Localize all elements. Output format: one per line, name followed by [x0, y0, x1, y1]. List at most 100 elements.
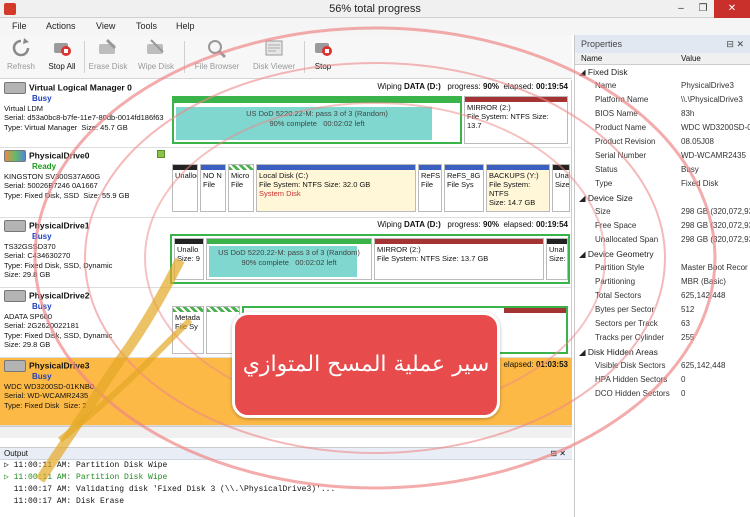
properties-columns: Name Value	[575, 53, 750, 65]
property-section[interactable]: ◢ Disk Hidden Areas	[575, 345, 750, 359]
partition-unallocated[interactable]: Unallo Size: 9	[174, 238, 204, 280]
disk-icon	[4, 150, 26, 162]
property-row[interactable]: Unallocated Span 298 GB (320,072,93	[575, 233, 750, 247]
minimize-button[interactable]: –	[670, 0, 692, 18]
property-value: 08.05J08	[681, 137, 714, 146]
stop-button[interactable]: Stop	[308, 37, 338, 71]
partition-data[interactable]: US DoD 5220.22-M: pass 3 of 3 (Random) 90…	[172, 96, 462, 144]
menu-view[interactable]: View	[96, 21, 115, 31]
property-row[interactable]: Bytes per Sector 512	[575, 303, 750, 317]
property-row[interactable]: Free Space 298 GB (320,072,93	[575, 219, 750, 233]
column-name[interactable]: Name	[581, 54, 602, 63]
column-value[interactable]: Value	[681, 54, 701, 63]
property-row[interactable]: Name PhysicalDrive3	[575, 79, 750, 93]
disk-row[interactable]: Virtual Logical Manager 0 Busy Virtual L…	[0, 80, 572, 148]
pin-icon[interactable]: ⊟ ✕	[726, 39, 744, 50]
property-key: Name	[595, 81, 617, 90]
stop-all-button[interactable]: Stop All	[44, 37, 80, 71]
property-key: Visible Disk Sectors	[595, 361, 666, 370]
property-key: Product Name	[595, 123, 647, 132]
close-button[interactable]: ✕	[714, 0, 750, 18]
partition-microsoft[interactable]: Micro File	[228, 164, 254, 212]
partition-refs[interactable]: ReFS File	[418, 164, 442, 212]
toolbar-separator	[84, 41, 85, 73]
collapse-icon[interactable]: ◢	[579, 249, 588, 259]
collapse-icon[interactable]: ◢	[579, 193, 588, 203]
wipe-progress-text: US DoD 5220.22-M: pass 3 of 3 (Random) 90…	[218, 248, 360, 267]
section-title: Device Size	[587, 193, 633, 203]
erase-disk-icon	[99, 38, 117, 54]
log-line: 11:00:17 AM: Disk Erase	[13, 497, 125, 506]
output-panel: Output ⊟ ✕ ▷ 11:00:11 AM: Partition Disk …	[0, 447, 572, 517]
disk-model: KINGSTON SV300S37A60G	[4, 171, 101, 181]
property-row[interactable]: Partitioning MBR (Basic)	[575, 275, 750, 289]
partition-mirror[interactable]: MIRROR (2:) File System: NTFS Size: 13.7	[464, 96, 568, 144]
property-value: 83h	[681, 109, 695, 118]
property-row[interactable]: Product Name WDC WD3200SD-0	[575, 121, 750, 135]
output-header: Output ⊟ ✕	[0, 448, 572, 460]
property-value: 0	[681, 375, 686, 384]
refresh-icon	[12, 38, 30, 57]
disk-icon	[4, 360, 26, 372]
collapse-icon[interactable]: ◢	[579, 347, 588, 357]
section-title: Disk Hidden Areas	[587, 347, 658, 357]
property-row[interactable]: Visible Disk Sectors 625,142,448	[575, 359, 750, 373]
refresh-button[interactable]: Refresh	[4, 37, 38, 71]
partition-metadata[interactable]: Metada File Sy	[172, 306, 204, 354]
wipe-disk-button[interactable]: Wipe Disk	[136, 37, 176, 71]
disk-serial: Serial: C434630270	[4, 251, 71, 261]
menu-help[interactable]: Help	[176, 21, 195, 31]
partition-unallocated[interactable]: Unal Size:	[546, 238, 568, 280]
disk-info: Virtual Logical Manager 0 Busy Virtual L…	[4, 82, 168, 132]
partition-refs-8g[interactable]: ReFS_8G File Sys	[444, 164, 484, 212]
property-key: Partitioning	[595, 277, 636, 286]
property-row[interactable]: Platform Name \\.\PhysicalDrive3	[575, 93, 750, 107]
property-section[interactable]: ◢ Device Size	[575, 191, 750, 205]
property-value: 298 GB (320,072,93	[681, 235, 750, 244]
horizontal-scrollbar[interactable]	[0, 426, 572, 438]
property-row[interactable]: Status Busy	[575, 163, 750, 177]
disk-model: Virtual LDM	[4, 103, 44, 113]
property-section[interactable]: ◢ Fixed Disk	[575, 65, 750, 79]
property-value: Busy	[681, 165, 699, 174]
property-row[interactable]: BIOS Name 83h	[575, 107, 750, 121]
partition-data[interactable]: US DoD 5220.22-M: pass 3 of 3 (Random) 90…	[206, 238, 372, 280]
menu-tools[interactable]: Tools	[136, 21, 157, 31]
partition-local-disk-c[interactable]: Local Disk (C:) File System: NTFS Size: 3…	[256, 164, 416, 212]
toolbar-separator	[304, 41, 305, 73]
property-row[interactable]: Tracks per Cylinder 255	[575, 331, 750, 345]
pin-icon[interactable]: ⊟ ✕	[550, 449, 566, 458]
erase-disk-button[interactable]: Erase Disk	[88, 37, 128, 71]
disk-row[interactable]: PhysicalDrive0 Ready KINGSTON SV300S37A6…	[0, 148, 572, 218]
file-browser-button[interactable]: File Browser	[192, 37, 242, 71]
menu-file[interactable]: File	[12, 21, 27, 31]
disk-icon	[4, 220, 26, 232]
property-key: DCO Hidden Sectors	[595, 389, 670, 398]
menu-actions[interactable]: Actions	[46, 21, 76, 31]
property-row[interactable]: Partition Style Master Boot Recor	[575, 261, 750, 275]
disk-viewer-button[interactable]: Disk Viewer	[250, 37, 298, 71]
property-row[interactable]: Size 298 GB (320,072,93	[575, 205, 750, 219]
property-row[interactable]: DCO Hidden Sectors 0	[575, 387, 750, 401]
disk-flag-icon	[157, 150, 165, 158]
partition-backups-y[interactable]: BACKUPS (Y:) File System: NTFS Size: 14.7 …	[486, 164, 550, 212]
collapse-icon[interactable]: ◢	[579, 67, 588, 77]
partition-unallocated[interactable]: UnallSize	[552, 164, 570, 212]
property-section[interactable]: ◢ Device Geometry	[575, 247, 750, 261]
disk-size: Size: 29.8 GB	[4, 270, 51, 280]
property-row[interactable]: Total Sectors 625,142,448	[575, 289, 750, 303]
disk-info: PhysicalDrive1 Busy TS32GSSD370 Serial: …	[4, 220, 168, 280]
partition-no-name[interactable]: NO N File	[200, 164, 226, 212]
partition-label: MIRROR (2:)	[467, 103, 511, 112]
property-row[interactable]: Type Fixed Disk	[575, 177, 750, 191]
partition-unallocated[interactable]: Unalloc	[172, 164, 198, 212]
disk-row[interactable]: PhysicalDrive1 Busy TS32GSSD370 Serial: …	[0, 218, 572, 288]
property-row[interactable]: Serial Number WD-WCAMR2435	[575, 149, 750, 163]
property-row[interactable]: Product Revision 08.05J08	[575, 135, 750, 149]
property-row[interactable]: HPA Hidden Sectors 0	[575, 373, 750, 387]
disk-name: PhysicalDrive0	[29, 150, 90, 161]
maximize-button[interactable]: ❐	[692, 0, 714, 18]
property-key: Bytes per Sector	[595, 305, 655, 314]
partition-mirror[interactable]: MIRROR (2:) File System: NTFS Size: 13.7 …	[374, 238, 544, 280]
property-row[interactable]: Sectors per Track 63	[575, 317, 750, 331]
